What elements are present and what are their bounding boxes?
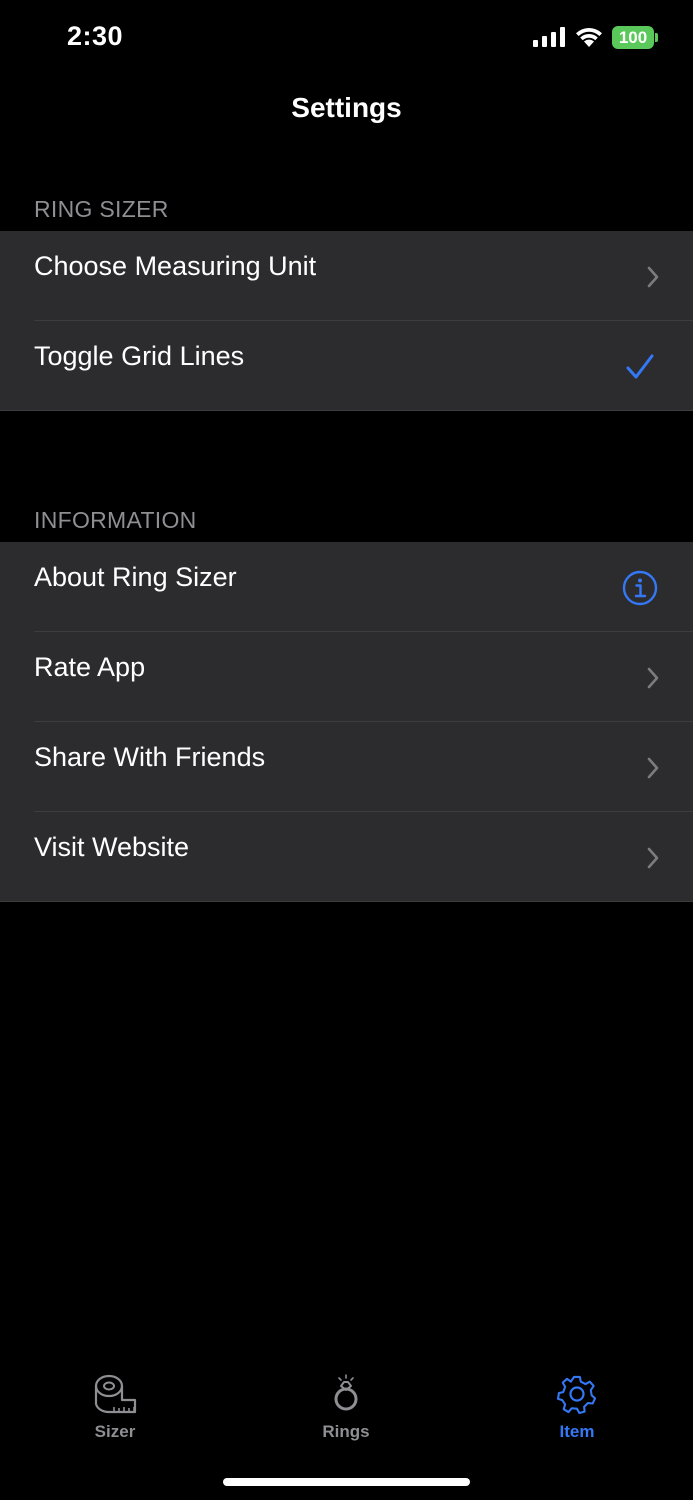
row-label: Share With Friends <box>34 742 266 772</box>
share-with-friends-row[interactable]: Share With Friends <box>0 722 693 812</box>
section-header-information: INFORMATION <box>34 507 197 533</box>
group-bottom-divider <box>0 410 693 411</box>
about-ring-sizer-row[interactable]: About Ring Sizer <box>0 542 693 632</box>
ring-icon <box>334 1374 358 1411</box>
tab-label: Sizer <box>94 1422 136 1441</box>
status-bar: 2:30 100 <box>0 0 693 80</box>
row-label: Visit Website <box>34 832 190 862</box>
ring-sizer-group: Choose Measuring Unit Toggle Grid Lines <box>0 231 693 411</box>
measuring-tape-icon <box>94 1374 137 1414</box>
home-indicator[interactable] <box>223 1478 470 1486</box>
toggle-grid-lines-row[interactable]: Toggle Grid Lines <box>0 321 693 411</box>
tab-sizer[interactable]: Sizer <box>55 1372 175 1442</box>
cellular-signal-icon <box>533 27 565 47</box>
section-header-ring-sizer: RING SIZER <box>34 196 169 222</box>
chevron-right-icon <box>647 667 659 689</box>
row-label: Choose Measuring Unit <box>34 251 317 281</box>
tab-item[interactable]: Item <box>517 1372 637 1442</box>
tab-rings[interactable]: Rings <box>286 1372 406 1442</box>
battery-cap <box>655 33 658 42</box>
choose-measuring-unit-row[interactable]: Choose Measuring Unit <box>0 231 693 321</box>
info-circle-icon[interactable] <box>622 570 658 606</box>
tab-label: Item <box>559 1422 595 1441</box>
visit-website-row[interactable]: Visit Website <box>0 812 693 902</box>
chevron-right-icon <box>647 266 659 288</box>
page-title: Settings <box>291 92 402 123</box>
row-label: About Ring Sizer <box>34 562 237 592</box>
rate-app-row[interactable]: Rate App <box>0 632 693 722</box>
gear-icon <box>556 1375 597 1415</box>
tab-label: Rings <box>322 1422 370 1441</box>
row-label: Toggle Grid Lines <box>34 341 245 371</box>
wifi-icon <box>576 27 602 47</box>
chevron-right-icon <box>647 847 659 869</box>
information-group: About Ring Sizer Rate App Share With Fri… <box>0 542 693 902</box>
chevron-right-icon <box>647 757 659 779</box>
checkmark-icon <box>626 354 654 379</box>
group-bottom-divider <box>0 901 693 902</box>
status-time: 2:30 <box>67 21 124 51</box>
battery-indicator: 100 <box>612 26 658 49</box>
settings-screen: 2:30 100 Settings RING SIZER Choose Meas… <box>0 0 693 1500</box>
battery-level: 100 <box>612 26 654 49</box>
row-label: Rate App <box>34 652 146 682</box>
